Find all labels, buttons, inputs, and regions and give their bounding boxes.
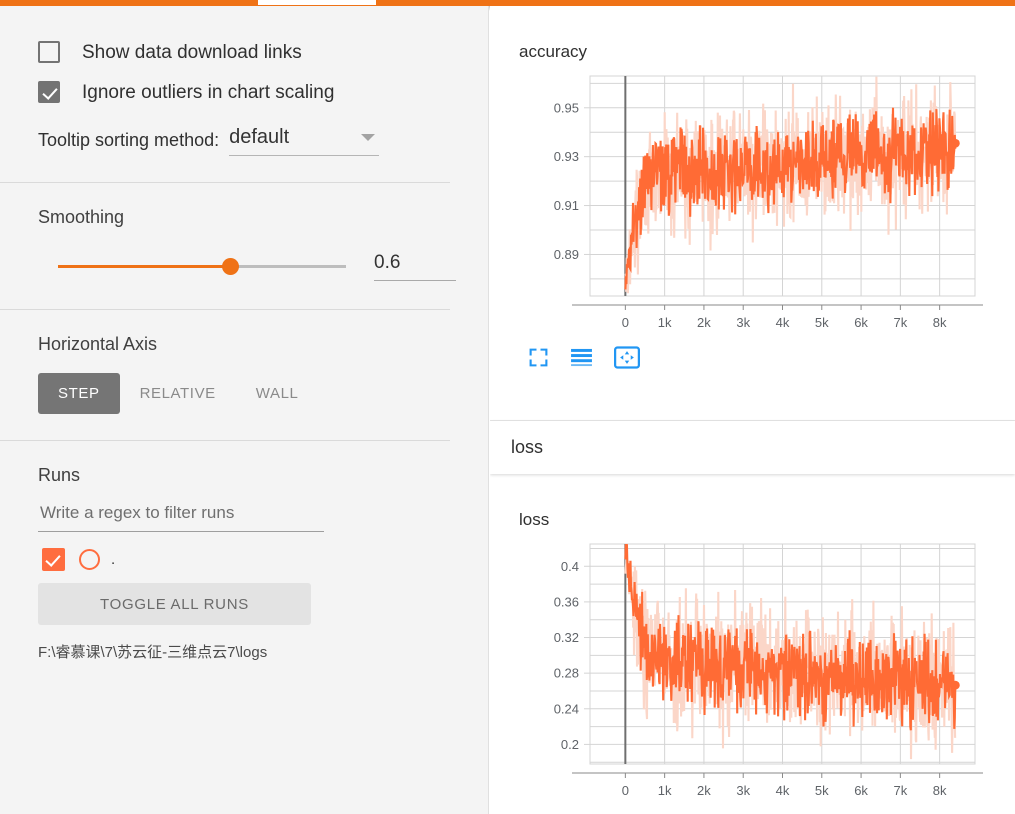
svg-text:5k: 5k bbox=[815, 783, 829, 798]
runs-heading: Runs bbox=[38, 465, 81, 485]
svg-text:0.28: 0.28 bbox=[554, 666, 579, 681]
svg-text:6k: 6k bbox=[854, 315, 868, 330]
smoothing-slider-row: 0.6 bbox=[0, 252, 488, 281]
display-options-section: Show data download links Ignore outliers… bbox=[0, 6, 488, 182]
axis-button-relative[interactable]: RELATIVE bbox=[120, 373, 236, 414]
svg-text:2k: 2k bbox=[697, 315, 711, 330]
fullscreen-icon[interactable] bbox=[528, 347, 549, 368]
svg-text:4k: 4k bbox=[776, 783, 790, 798]
runs-filter-input[interactable] bbox=[38, 502, 324, 532]
charts-panel: accuracy 0.89 0.91 0.93 0.95 0 1k 2k 3k 4k 5k 6k 7k… bbox=[490, 6, 1015, 814]
smoothing-section: Smoothing 0.6 bbox=[0, 183, 488, 309]
svg-text:0.91: 0.91 bbox=[554, 198, 579, 213]
runs-log-path: F:\睿慕课\7\苏云征-三维点云7\logs bbox=[38, 644, 268, 661]
active-tab-indicator bbox=[258, 0, 376, 5]
smoothing-value-input[interactable]: 0.6 bbox=[374, 252, 456, 281]
section-header-loss-title: loss bbox=[511, 437, 544, 457]
ignore-outliers-label: Ignore outliers in chart scaling bbox=[82, 81, 335, 103]
chart-title-loss: loss bbox=[519, 510, 550, 529]
smoothing-heading: Smoothing bbox=[38, 207, 125, 227]
download-links-checkbox[interactable] bbox=[38, 41, 60, 63]
loss-plot-svg[interactable]: 0.2 0.24 0.28 0.32 0.36 0.4 0 1k 2k 3k 4k 5k 6k 7k 8k bbox=[490, 536, 1015, 806]
svg-text:4k: 4k bbox=[776, 315, 790, 330]
svg-text:0.89: 0.89 bbox=[554, 247, 579, 262]
chart-card-loss: loss 0.2 0.24 0.28 0.32 0.36 0.4 0 1k 2k 3k 4k 5k 6k… bbox=[490, 474, 1015, 814]
svg-text:5k: 5k bbox=[815, 315, 829, 330]
axis-button-wall[interactable]: WALL bbox=[236, 373, 319, 414]
chart-plot-accuracy[interactable]: 0.89 0.91 0.93 0.95 0 1k 2k 3k 4k 5k 6k 7k 8k bbox=[490, 68, 1015, 338]
chart-title-accuracy: accuracy bbox=[519, 42, 588, 61]
svg-text:0.32: 0.32 bbox=[554, 630, 579, 645]
tooltip-sorting-value: default bbox=[229, 126, 290, 148]
chart-card-accuracy: accuracy 0.89 0.91 0.93 0.95 0 1k 2k 3k 4k 5k 6k 7k… bbox=[490, 6, 1015, 421]
checkbox-row-download-links[interactable]: Show data download links bbox=[0, 32, 488, 72]
svg-text:0.95: 0.95 bbox=[554, 100, 579, 115]
runs-section: Runs . TOGGLE ALL RUNS F:\睿慕课\7\苏云征-三维点云… bbox=[0, 441, 488, 662]
section-header-loss[interactable]: loss bbox=[490, 421, 1015, 474]
smoothing-slider[interactable] bbox=[58, 258, 346, 275]
tensorboard-app: Show data download links Ignore outliers… bbox=[0, 0, 1015, 814]
svg-text:1k: 1k bbox=[658, 315, 672, 330]
svg-text:3k: 3k bbox=[736, 783, 750, 798]
pan-reset-icon[interactable] bbox=[614, 346, 640, 369]
ignore-outliers-checkbox[interactable] bbox=[38, 81, 60, 103]
svg-text:3k: 3k bbox=[736, 315, 750, 330]
run-checkbox[interactable] bbox=[42, 548, 65, 571]
svg-text:0.93: 0.93 bbox=[554, 149, 579, 164]
svg-text:8k: 8k bbox=[933, 783, 947, 798]
svg-text:0.36: 0.36 bbox=[554, 594, 579, 609]
chevron-down-icon bbox=[361, 134, 376, 141]
run-label: . bbox=[111, 551, 116, 568]
svg-text:0: 0 bbox=[622, 315, 629, 330]
svg-text:0.4: 0.4 bbox=[561, 559, 579, 574]
settings-sidebar: Show data download links Ignore outliers… bbox=[0, 6, 489, 814]
horizontal-axis-button-group: STEP RELATIVE WALL bbox=[0, 373, 488, 414]
checkbox-row-ignore-outliers[interactable]: Ignore outliers in chart scaling bbox=[0, 72, 488, 112]
axis-button-step[interactable]: STEP bbox=[38, 373, 120, 414]
data-table-icon[interactable] bbox=[570, 348, 593, 367]
svg-text:1k: 1k bbox=[658, 783, 672, 798]
svg-text:8k: 8k bbox=[933, 315, 947, 330]
svg-text:6k: 6k bbox=[854, 783, 868, 798]
smoothing-slider-thumb[interactable] bbox=[222, 258, 240, 275]
tooltip-sorting-select[interactable]: default bbox=[229, 126, 380, 156]
toggle-all-runs-button[interactable]: TOGGLE ALL RUNS bbox=[38, 583, 311, 625]
chart-plot-loss[interactable]: 0.2 0.24 0.28 0.32 0.36 0.4 0 1k 2k 3k 4k 5k 6k 7k 8k bbox=[490, 536, 1015, 806]
horizontal-axis-section: Horizontal Axis STEP RELATIVE WALL bbox=[0, 310, 488, 440]
run-list-item[interactable]: . bbox=[0, 548, 488, 571]
accuracy-plot-svg[interactable]: 0.89 0.91 0.93 0.95 0 1k 2k 3k 4k 5k 6k 7k 8k bbox=[490, 68, 1015, 338]
svg-text:0.2: 0.2 bbox=[561, 737, 579, 752]
horizontal-axis-heading: Horizontal Axis bbox=[38, 334, 158, 354]
svg-text:0.24: 0.24 bbox=[554, 701, 579, 716]
svg-text:0: 0 bbox=[622, 783, 629, 798]
tooltip-sorting-label: Tooltip sorting method: bbox=[38, 130, 220, 150]
download-links-label: Show data download links bbox=[82, 41, 302, 63]
chart-toolbar-accuracy bbox=[490, 346, 1015, 369]
svg-text:7k: 7k bbox=[893, 783, 907, 798]
svg-text:2k: 2k bbox=[697, 783, 711, 798]
smoothing-slider-fill bbox=[58, 265, 231, 268]
svg-text:7k: 7k bbox=[893, 315, 907, 330]
run-color-circle-icon bbox=[79, 549, 100, 570]
tooltip-sorting-row: Tooltip sorting method: default bbox=[0, 126, 488, 156]
